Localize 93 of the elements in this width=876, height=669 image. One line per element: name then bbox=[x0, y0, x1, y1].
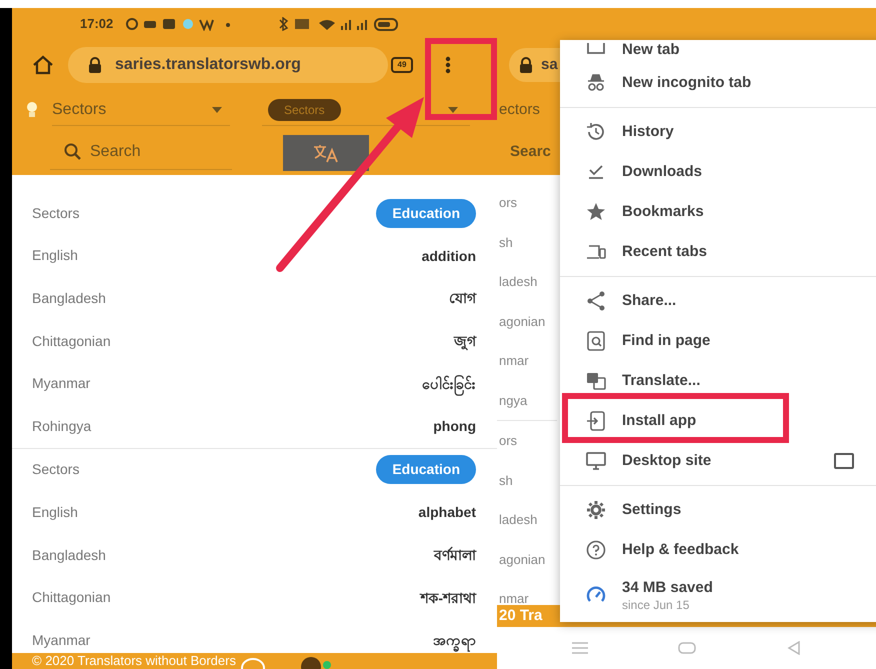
menu-sublabel: since Jun 15 bbox=[622, 598, 690, 613]
menu-label: Settings bbox=[622, 500, 682, 520]
lock-icon bbox=[88, 57, 102, 73]
url-text: sa bbox=[541, 54, 558, 75]
install-icon bbox=[586, 411, 606, 431]
share-icon bbox=[586, 291, 606, 311]
row-value: phong bbox=[433, 417, 476, 436]
row-label: ladesh bbox=[499, 511, 538, 529]
row-value: addition bbox=[422, 246, 476, 265]
row-label: sh bbox=[499, 472, 513, 490]
tab-count[interactable]: 49 bbox=[391, 57, 413, 73]
sector-tag: Education bbox=[376, 198, 476, 228]
menu-label: Help & feedback bbox=[622, 540, 740, 560]
row-label: Myanmar bbox=[32, 374, 90, 394]
devices-icon bbox=[586, 242, 606, 262]
url-text: saries.translatorswb.org bbox=[115, 55, 301, 75]
monitor-icon bbox=[586, 451, 606, 471]
row-label: Bangladesh bbox=[32, 288, 106, 308]
menu-label: Find in page bbox=[622, 330, 712, 351]
menu-label: 34 MB saved bbox=[622, 579, 713, 598]
home-icon[interactable] bbox=[32, 55, 54, 75]
find-icon bbox=[586, 331, 606, 351]
menu-label: Recent tabs bbox=[622, 242, 708, 262]
menu-icon[interactable] bbox=[445, 56, 451, 74]
menu-label: Install app bbox=[622, 410, 698, 431]
row-label: nmar bbox=[499, 590, 529, 608]
history-icon bbox=[586, 122, 606, 142]
translate-icon bbox=[312, 142, 340, 162]
row-label: Chittagonian bbox=[32, 588, 111, 608]
star-icon bbox=[586, 202, 606, 222]
row-value: জুগ bbox=[454, 332, 476, 350]
row-label: agonian bbox=[499, 312, 546, 331]
settings-icon bbox=[586, 500, 606, 520]
back-icon[interactable] bbox=[786, 641, 801, 655]
menu-item[interactable]: Downloads bbox=[560, 152, 876, 192]
row-label: nmar bbox=[499, 352, 529, 370]
incognito-icon bbox=[586, 73, 606, 93]
row-value: alphabet bbox=[418, 503, 476, 522]
row-value: শক-শরাথা bbox=[420, 588, 476, 607]
footer-text: © 2020 Translators without Borders bbox=[32, 653, 236, 669]
row-value: যোগ bbox=[449, 289, 476, 308]
search-icon bbox=[64, 143, 82, 161]
row-label: Myanmar bbox=[32, 630, 90, 650]
row-label: ngya bbox=[499, 392, 528, 410]
menu-item[interactable]: Settings bbox=[560, 490, 876, 530]
row-label: agonian bbox=[499, 550, 546, 569]
status-time: 17:02 bbox=[80, 15, 114, 34]
menu-item[interactable]: 34 MB saved since Jun 15 bbox=[560, 576, 876, 616]
menu-label: Bookmarks bbox=[622, 202, 705, 222]
row-value: အက္ခရာ bbox=[433, 631, 476, 650]
menu-item[interactable]: Recent tabs bbox=[560, 232, 876, 272]
row-label: ors bbox=[499, 432, 518, 450]
menu-label: Share... bbox=[622, 290, 678, 311]
translate-icon bbox=[586, 371, 606, 391]
menu-label: Translate... bbox=[622, 370, 702, 391]
row-label: Sectors bbox=[32, 460, 80, 480]
row-label: Chittagonian bbox=[32, 332, 111, 351]
menu-item[interactable]: Find in page bbox=[560, 321, 876, 361]
bulb-icon bbox=[26, 101, 38, 119]
row-label: English bbox=[32, 246, 78, 266]
caret-icon bbox=[212, 106, 222, 112]
category-chip: Sectors bbox=[268, 98, 341, 120]
row-label: Bangladesh bbox=[32, 546, 106, 565]
menu-label: New tab bbox=[622, 40, 681, 60]
footer-text: 20 Tra bbox=[499, 606, 542, 626]
row-label: ladesh bbox=[499, 273, 538, 291]
menu-item[interactable]: Install app bbox=[560, 401, 876, 441]
help-icon bbox=[586, 540, 606, 560]
menu-label: Desktop site bbox=[622, 450, 712, 471]
menu-label: New incognito tab bbox=[622, 72, 752, 93]
menu-item[interactable]: Help & feedback bbox=[560, 530, 876, 570]
row-label: Rohingya bbox=[32, 416, 92, 436]
info-icon bbox=[300, 655, 322, 669]
menu-item[interactable]: Translate... bbox=[560, 361, 876, 401]
sector-tag: Education bbox=[376, 455, 476, 484]
menu-label: Downloads bbox=[622, 162, 704, 182]
row-label: ors bbox=[499, 194, 518, 212]
menu-item[interactable]: Share... bbox=[560, 281, 876, 321]
checkbox[interactable] bbox=[834, 453, 854, 469]
row-value: বর্ণমালা bbox=[434, 546, 476, 564]
menu-item[interactable]: History bbox=[560, 112, 876, 152]
cc-icon bbox=[240, 655, 266, 669]
menu-label: History bbox=[622, 122, 675, 142]
caret-icon bbox=[448, 106, 458, 112]
menu-item[interactable]: Desktop site bbox=[560, 441, 876, 481]
row-label: English bbox=[32, 502, 78, 522]
menu-item[interactable]: Bookmarks bbox=[560, 192, 876, 232]
home-button-icon[interactable] bbox=[678, 642, 696, 654]
address-field[interactable]: saries.translatorswb.org bbox=[68, 47, 388, 83]
row-label: Sectors bbox=[32, 204, 80, 223]
lock-icon bbox=[519, 57, 533, 73]
row-label: sh bbox=[499, 234, 513, 252]
translate-button[interactable] bbox=[283, 134, 369, 170]
